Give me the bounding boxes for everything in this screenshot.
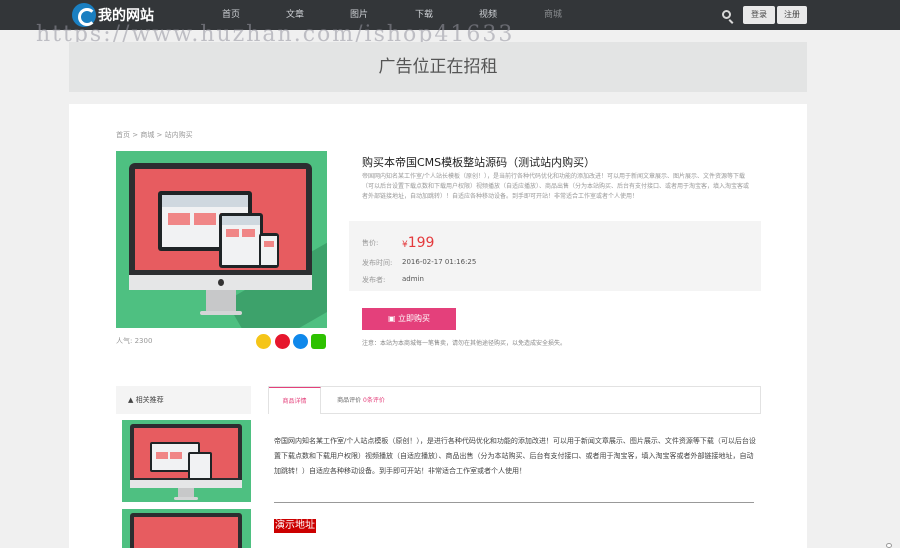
content-divider (274, 502, 754, 503)
related-title: 相关推荐 (135, 396, 164, 404)
weibo-icon[interactable] (275, 334, 290, 349)
cart-icon: ▣ (387, 314, 399, 323)
reviews-count: 0条评价 (363, 397, 385, 404)
thumbs-up-icon: ▲ (128, 396, 136, 404)
purchase-notice: 注意：本站为本商城每一笔售卖，请勿在其他途径购买，以免造成安全损失。 (362, 340, 567, 347)
related-header: ▲ 相关推荐 (116, 386, 251, 414)
popularity-count: 人气: 2300 (116, 337, 153, 345)
tab-reviews[interactable]: 商品评价 0条评价 (327, 387, 395, 414)
publisher-label: 发布者: (362, 276, 386, 284)
detail-content: 帝国网内知名某工作室/个人站点模板（原创！），是进行各种代码优化和功能的添加改进… (274, 437, 756, 475)
ad-banner[interactable]: 广告位正在招租 (69, 42, 807, 92)
publish-date: 2016-02-17 01:16:25 (402, 258, 477, 266)
product-description: 帝国网内知名某工作室/个人站长模板（原创！），是当前行各种代码优化和功能的添加改… (362, 173, 750, 200)
wechat-icon[interactable] (311, 334, 326, 349)
related-item-image[interactable] (122, 509, 251, 548)
tab-reviews-label: 商品评价 (337, 397, 362, 404)
cursor-icon (886, 543, 892, 548)
tab-details[interactable]: 商品详情 (269, 387, 321, 414)
date-label: 发布时间: (362, 259, 393, 267)
qzone-icon[interactable] (293, 334, 308, 349)
register-button[interactable]: 注册 (777, 6, 807, 24)
price-number: 199 (407, 235, 435, 251)
nav-shop[interactable]: 商城 (544, 0, 562, 30)
price-label: 售价: (362, 239, 379, 247)
product-image[interactable] (116, 151, 327, 328)
login-button[interactable]: 登录 (743, 6, 775, 24)
buy-now-button[interactable]: ▣ 立即购买 (362, 308, 456, 330)
favorite-star-icon[interactable] (256, 334, 271, 349)
buy-label: 立即购买 (398, 314, 431, 323)
related-item-image[interactable] (122, 420, 251, 502)
search-icon[interactable] (722, 10, 731, 19)
breadcrumb[interactable]: 首页 > 商城 > 站内购买 (116, 130, 193, 140)
detail-tabs: 商品详情 商品评价 0条评价 (268, 386, 761, 414)
price-value: ¥199 (402, 232, 434, 251)
publisher-name: admin (402, 275, 424, 283)
product-title: 购买本帝国CMS模板整站源码（测试站内购买） (362, 156, 596, 169)
demo-link[interactable]: 演示地址 (274, 519, 316, 533)
